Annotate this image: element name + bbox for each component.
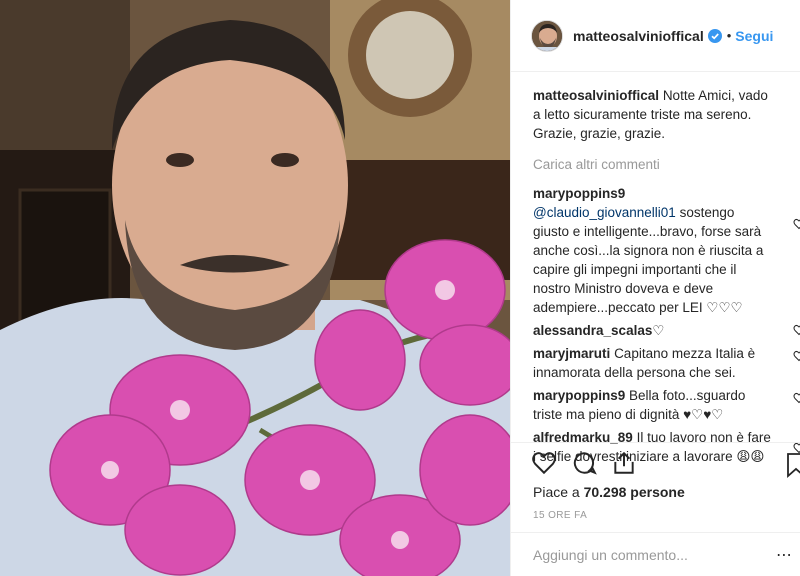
caption-username[interactable]: matteosalvinioffical xyxy=(533,88,659,103)
comment-username[interactable]: marypoppins9 xyxy=(533,388,625,403)
likes-number: 70.298 xyxy=(583,484,627,500)
likes-prefix: Piace a xyxy=(533,484,584,500)
load-more-comments-link[interactable]: Carica altri commenti xyxy=(533,155,793,174)
likes-count[interactable]: Piace a 70.298 persone xyxy=(533,484,685,500)
avatar[interactable] xyxy=(531,19,563,52)
comment-text: ♡ xyxy=(652,323,665,338)
comment-text: sostengo giusto e intelligente...bravo, … xyxy=(533,205,764,315)
small-heart-icon[interactable] xyxy=(793,324,800,336)
add-comment-bar: ⋯ xyxy=(511,532,800,576)
post-actions-bar xyxy=(511,442,800,482)
comment-item: marypoppins9 @claudio_giovannelli01 sost… xyxy=(533,184,800,317)
verified-icon xyxy=(707,28,722,43)
post-side-panel: matteosalvinioffical • Segui matteosalvi… xyxy=(510,0,800,576)
post-header: matteosalvinioffical • Segui xyxy=(511,0,800,72)
comment-username[interactable]: marypoppins9 xyxy=(533,186,625,201)
comment-icon[interactable] xyxy=(571,450,597,476)
comment-username[interactable]: maryjmaruti xyxy=(533,346,610,361)
bookmark-icon[interactable] xyxy=(785,452,800,478)
comments-list: matteosalvinioffical Notte Amici, vado a… xyxy=(533,86,800,470)
comment-mention[interactable]: @claudio_giovannelli01 xyxy=(533,205,676,220)
share-icon[interactable] xyxy=(611,450,637,476)
post-photo[interactable] xyxy=(0,0,510,576)
heart-icon[interactable] xyxy=(531,450,557,476)
comment-item: alessandra_scalas♡ xyxy=(533,321,800,340)
comment-item: maryjmaruti Capitano mezza Italia è inna… xyxy=(533,344,800,382)
avatar-image xyxy=(532,20,562,51)
photo-illustration xyxy=(0,0,510,576)
header-username[interactable]: matteosalvinioffical xyxy=(573,28,704,44)
follow-button[interactable]: Segui xyxy=(735,28,773,44)
add-comment-input[interactable] xyxy=(533,546,773,563)
caption: matteosalvinioffical Notte Amici, vado a… xyxy=(533,86,793,143)
likes-suffix: persone xyxy=(626,484,685,500)
small-heart-icon[interactable] xyxy=(793,218,800,230)
comment-item: marypoppins9 Bella foto...sguardo triste… xyxy=(533,386,800,424)
separator-dot: • xyxy=(726,28,732,43)
small-heart-icon[interactable] xyxy=(793,392,800,404)
more-options-icon[interactable]: ⋯ xyxy=(776,545,793,565)
comment-username[interactable]: alessandra_scalas xyxy=(533,323,652,338)
small-heart-icon[interactable] xyxy=(793,350,800,362)
post-timestamp[interactable]: 15 ORE FA xyxy=(533,510,587,521)
